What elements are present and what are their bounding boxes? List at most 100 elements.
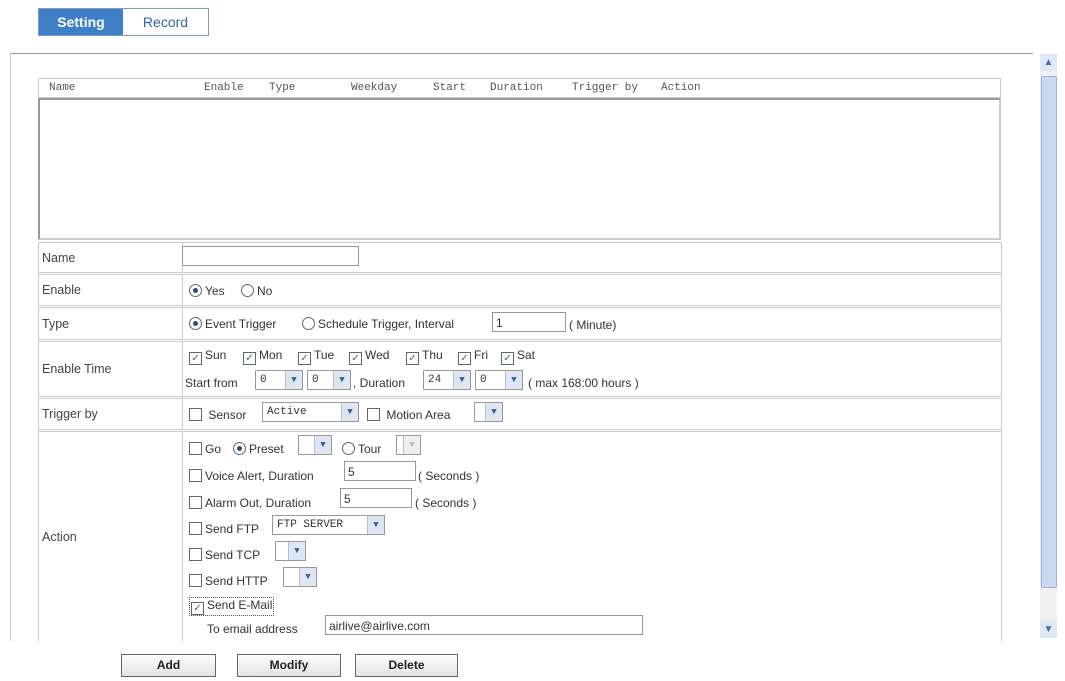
preset-label: Preset xyxy=(249,442,284,456)
start-hour-value: 0 xyxy=(260,374,267,386)
send-http-label: Send HTTP xyxy=(205,574,268,588)
enable-row: Enable Yes No xyxy=(38,274,1002,306)
event-list[interactable] xyxy=(38,98,1001,240)
schedule-trigger-label: Schedule Trigger, Interval xyxy=(318,317,455,331)
enable-time-label: Enable Time xyxy=(39,342,183,396)
alarm-out-label: Alarm Out, Duration xyxy=(205,496,312,510)
day-wed-checkbox[interactable]: ✓ Wed xyxy=(349,348,389,365)
radio-icon xyxy=(342,442,355,455)
send-email-checkbox[interactable]: ✓ Send E-Mail xyxy=(189,597,275,616)
checkbox-icon xyxy=(189,522,202,535)
max-hours-note: ( max 168:00 hours ) xyxy=(528,376,639,390)
col-weekday: Weekday xyxy=(351,82,398,94)
delete-button[interactable]: Delete xyxy=(355,654,458,677)
add-button[interactable]: Add xyxy=(121,654,216,677)
tour-radio[interactable]: Tour xyxy=(342,442,381,456)
sensor-checkbox[interactable]: Sensor xyxy=(189,408,246,422)
event-trigger-radio[interactable]: Event Trigger xyxy=(189,317,276,331)
checkmark-icon: ✓ xyxy=(406,352,419,365)
day-label: Thu xyxy=(422,348,443,362)
day-fri-checkbox[interactable]: ✓ Fri xyxy=(458,348,488,365)
send-tcp-checkbox[interactable]: Send TCP xyxy=(189,548,260,562)
radio-selected-icon xyxy=(233,442,246,455)
checkbox-icon xyxy=(189,574,202,587)
send-http-checkbox[interactable]: Send HTTP xyxy=(189,574,268,588)
day-label: Fri xyxy=(474,348,488,362)
start-min-select[interactable]: 0 ▼ xyxy=(307,370,351,390)
event-list-header: Name Enable Type Weekday Start Duration … xyxy=(38,78,1001,98)
tab-record[interactable]: Record xyxy=(123,9,208,35)
day-label: Sat xyxy=(517,348,536,362)
checkbox-icon xyxy=(189,442,202,455)
day-label: Wed xyxy=(365,348,390,362)
ftp-server-select[interactable]: FTP SERVER ▼ xyxy=(272,515,385,535)
http-select[interactable]: ▼ xyxy=(283,567,317,587)
action-row: Action Go Preset ▼ Tour ▼ Voice Alert, D… xyxy=(38,431,1002,642)
enable-no-label: No xyxy=(257,284,273,298)
chevron-down-icon: ▼ xyxy=(505,371,522,389)
day-sat-checkbox[interactable]: ✓ Sat xyxy=(501,348,535,365)
checkmark-icon: ✓ xyxy=(458,352,471,365)
start-from-label: Start from xyxy=(185,376,238,390)
duration-hour-select[interactable]: 24 ▼ xyxy=(423,370,471,390)
modify-button[interactable]: Modify xyxy=(237,654,341,677)
preset-radio[interactable]: Preset xyxy=(233,442,284,456)
go-label: Go xyxy=(205,442,222,456)
day-label: Mon xyxy=(259,348,283,362)
alarm-duration-input[interactable]: 5 xyxy=(340,488,412,508)
alarm-out-checkbox[interactable]: Alarm Out, Duration xyxy=(189,496,311,510)
duration-label: , Duration xyxy=(353,376,406,390)
tab-bar: Setting Record xyxy=(38,8,209,36)
day-tue-checkbox[interactable]: ✓ Tue xyxy=(298,348,334,365)
interval-input[interactable]: 1 xyxy=(492,312,566,332)
send-ftp-label: Send FTP xyxy=(205,522,260,536)
go-checkbox[interactable]: Go xyxy=(189,442,221,456)
tour-select[interactable]: ▼ xyxy=(396,435,421,455)
chevron-down-icon: ▼ xyxy=(314,436,331,454)
sensor-select[interactable]: Active ▼ xyxy=(262,402,359,422)
send-ftp-checkbox[interactable]: Send FTP xyxy=(189,522,259,536)
scroll-up-icon[interactable]: ▲ xyxy=(1040,54,1057,71)
enable-no-radio[interactable]: No xyxy=(241,284,272,298)
col-duration: Duration xyxy=(490,82,543,94)
checkmark-icon: ✓ xyxy=(501,352,514,365)
scroll-down-icon[interactable]: ▼ xyxy=(1040,621,1057,638)
preset-select[interactable]: ▼ xyxy=(298,435,332,455)
chevron-down-icon: ▼ xyxy=(453,371,470,389)
chevron-down-icon: ▼ xyxy=(333,371,350,389)
email-address-input[interactable]: airlive@airlive.com xyxy=(325,615,643,635)
voice-alert-label: Voice Alert, Duration xyxy=(205,469,314,483)
chevron-down-icon: ▼ xyxy=(299,568,316,586)
duration-hour-value: 24 xyxy=(428,374,442,386)
tcp-select[interactable]: ▼ xyxy=(275,541,306,561)
checkmark-icon: ✓ xyxy=(298,352,311,365)
day-thu-checkbox[interactable]: ✓ Thu xyxy=(406,348,443,365)
chevron-down-icon: ▼ xyxy=(288,542,305,560)
motion-area-checkbox[interactable]: Motion Area xyxy=(367,408,450,422)
scroll-thumb[interactable] xyxy=(1041,76,1057,588)
day-sun-checkbox[interactable]: ✓ Sun xyxy=(189,348,226,365)
tab-setting[interactable]: Setting xyxy=(39,9,123,35)
motion-area-select[interactable]: ▼ xyxy=(474,402,503,422)
checkbox-icon xyxy=(189,548,202,561)
day-mon-checkbox[interactable]: ✓ Mon xyxy=(243,348,282,365)
chevron-down-icon: ▼ xyxy=(341,403,358,421)
voice-duration-input[interactable]: 5 xyxy=(344,461,416,481)
voice-alert-checkbox[interactable]: Voice Alert, Duration xyxy=(189,469,314,483)
type-label: Type xyxy=(39,308,183,339)
col-name: Name xyxy=(49,82,76,94)
vertical-scrollbar[interactable]: ▲ ▼ xyxy=(1040,54,1057,638)
chevron-down-icon: ▼ xyxy=(403,436,420,454)
enable-time-row: Enable Time ✓ Sun ✓ Mon ✓ Tue ✓ Wed ✓ Thu ✓ Fr… xyxy=(38,341,1002,397)
sensor-value: Active xyxy=(267,406,307,418)
send-email-label: Send E-Mail xyxy=(207,598,273,612)
enable-label: Enable xyxy=(39,275,183,305)
radio-selected-icon xyxy=(189,317,202,330)
enable-yes-radio[interactable]: Yes xyxy=(189,284,225,298)
duration-min-select[interactable]: 0 ▼ xyxy=(475,370,523,390)
event-trigger-label: Event Trigger xyxy=(205,317,277,331)
name-input[interactable] xyxy=(182,246,359,266)
start-min-value: 0 xyxy=(312,374,319,386)
start-hour-select[interactable]: 0 ▼ xyxy=(255,370,303,390)
schedule-trigger-radio[interactable]: Schedule Trigger, Interval xyxy=(302,317,454,331)
